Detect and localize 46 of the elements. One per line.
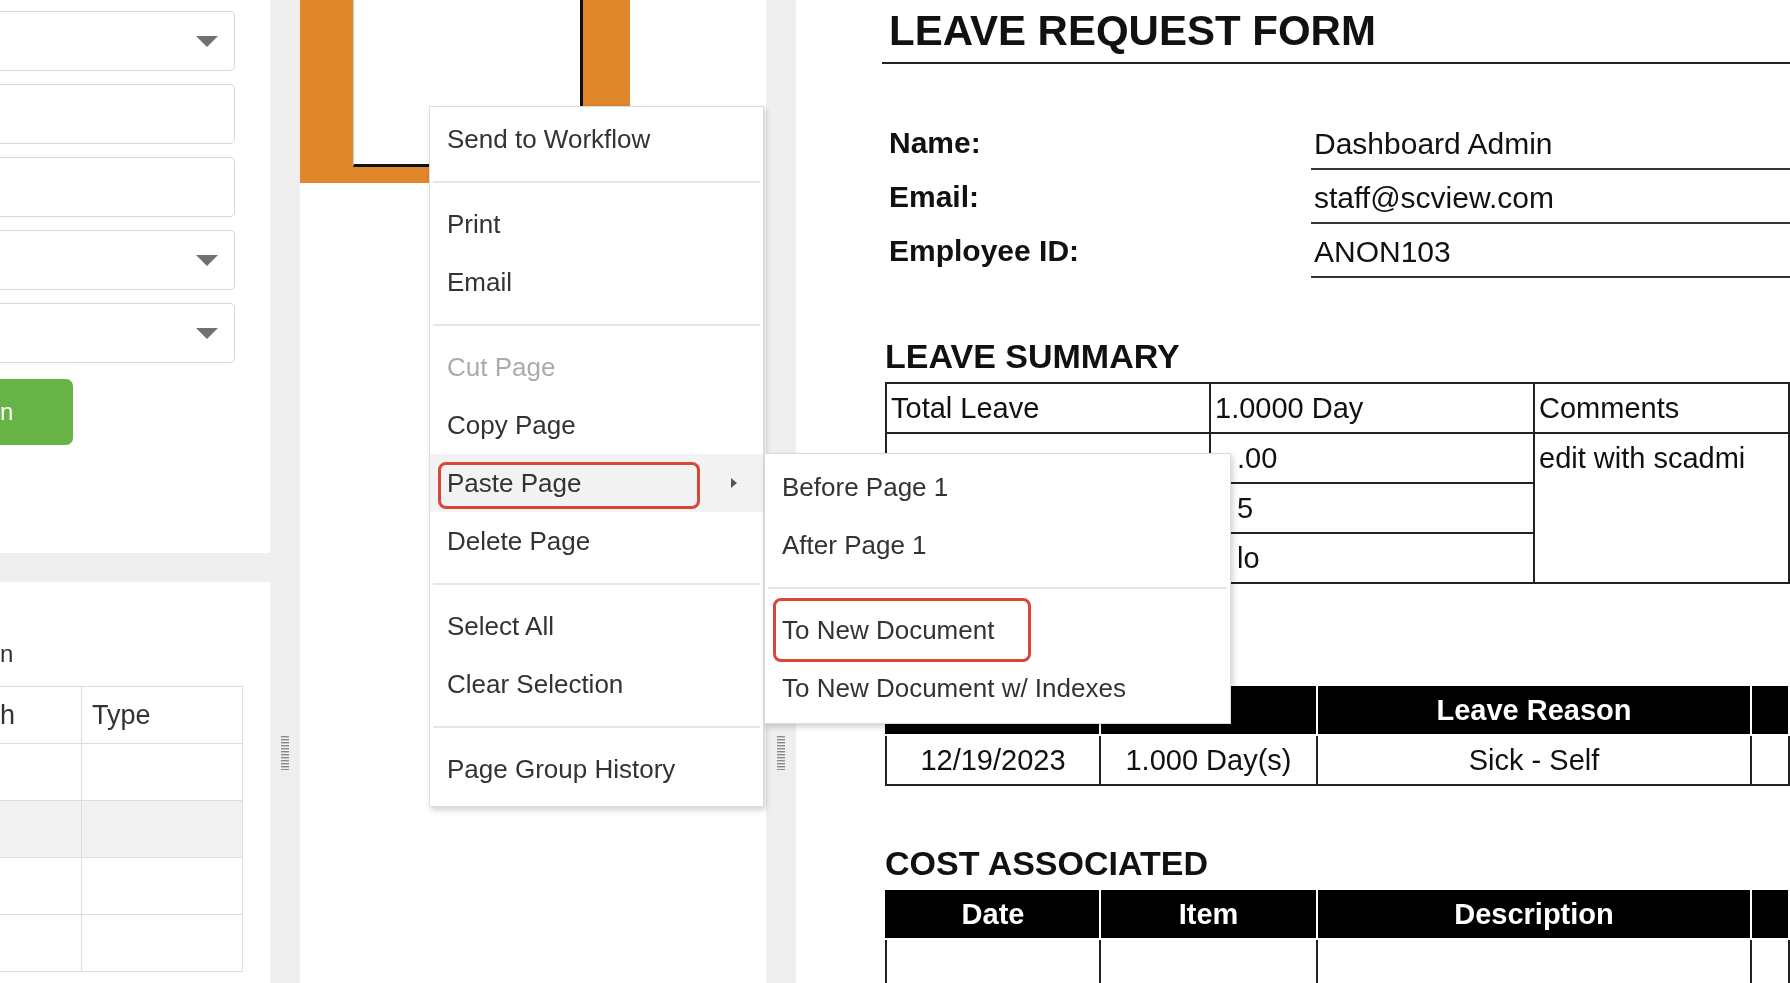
menu-item[interactable]: Send to Workflow	[430, 110, 763, 168]
field-value: staff@scview.com	[1311, 170, 1790, 224]
menu-item[interactable]: Email	[430, 253, 763, 311]
field-label: Email:	[888, 179, 981, 215]
column-header: Date	[886, 889, 1100, 939]
dropdown-field[interactable]	[0, 11, 235, 71]
section-heading: LEAVE SUMMARY	[884, 336, 1181, 377]
field-value: ANON103	[1311, 224, 1790, 278]
dropdown-arrow-icon	[196, 255, 218, 266]
splitter-grip-icon[interactable]	[777, 736, 785, 770]
field-label: Name:	[888, 125, 982, 161]
table-cell	[1751, 735, 1789, 785]
column-header[interactable]: Type	[81, 686, 243, 744]
splitter-grip-icon[interactable]	[281, 736, 289, 770]
field-value: Dashboard Admin	[1311, 116, 1790, 170]
dropdown-arrow-icon	[196, 36, 218, 47]
table-cell: Sick - Self	[1317, 735, 1751, 785]
column-header: Description	[1317, 889, 1751, 939]
menu-item[interactable]: Clear Selection	[430, 655, 763, 713]
menu-item[interactable]: Print	[430, 195, 763, 253]
table-cell: 12/19/2023	[886, 735, 1100, 785]
table-cell: edit with scadmi	[1534, 433, 1789, 583]
submenu-arrow-icon	[731, 478, 737, 488]
input-field[interactable]	[0, 157, 235, 217]
table-cell: 1.000 Day(s)	[1100, 735, 1317, 785]
menu-item[interactable]: Select All	[430, 597, 763, 655]
table-cell: Comments	[1534, 383, 1789, 433]
column-header: Item	[1100, 889, 1317, 939]
menu-item[interactable]: Page Group History	[430, 740, 763, 798]
table-cell: Total Leave	[886, 383, 1210, 433]
menu-item[interactable]: Copy Page	[430, 396, 763, 454]
menu-item[interactable]: To New Document w/ Indexes	[765, 659, 1230, 717]
form-title: LEAVE REQUEST FORM	[882, 0, 1790, 64]
dropdown-arrow-icon	[196, 328, 218, 339]
menu-item[interactable]: To New Document	[765, 601, 1230, 659]
menu-item[interactable]: Delete Page	[430, 512, 763, 570]
column-header[interactable]: h	[0, 686, 82, 744]
menu-item[interactable]: Paste Page	[430, 454, 763, 512]
dropdown-field[interactable]	[0, 230, 235, 290]
column-header: Leave Reason	[1317, 685, 1751, 735]
section-heading: COST ASSOCIATED	[884, 843, 1210, 884]
field-label: Employee ID:	[888, 233, 1081, 269]
input-field[interactable]	[0, 84, 235, 144]
results-caption: n	[0, 640, 15, 668]
dropdown-field[interactable]	[0, 303, 235, 363]
table-cell: 1.0000 Day	[1210, 383, 1534, 433]
